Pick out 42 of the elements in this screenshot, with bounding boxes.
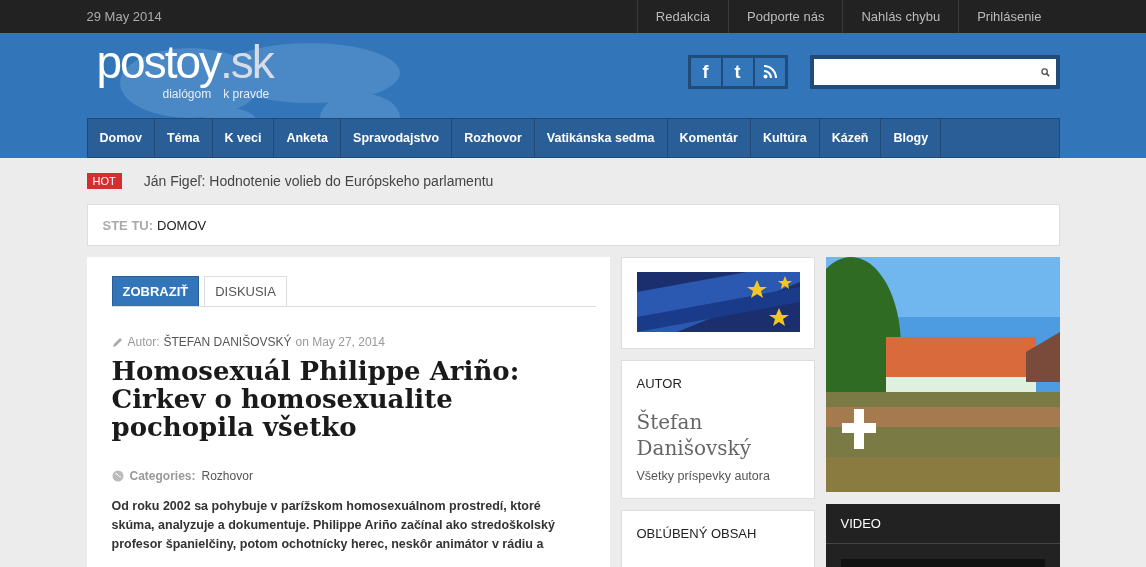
nav-item[interactable]: Rozhovor — [452, 119, 535, 157]
article-title: Homosexuál Philippe Ariño: Cirkev o homosexualite pochopila všetko — [111, 357, 521, 441]
video-heading: VIDEO — [825, 504, 1060, 544]
widget-heading: OBĽÚBENÝ OBSAH — [636, 526, 758, 541]
logo-text[interactable]: postoy — [96, 35, 221, 89]
nav-item[interactable]: Kultúra — [750, 119, 820, 157]
nav-item[interactable]: Domov — [87, 119, 155, 157]
nav-item[interactable]: K veci — [212, 119, 275, 157]
author-link[interactable]: ŠTEFAN DANIŠOVSKÝ — [163, 335, 292, 349]
category-link[interactable]: Rozhovor — [201, 469, 253, 483]
widget-heading: AUTOR — [636, 376, 683, 391]
breadcrumb-item: DOMOV — [157, 217, 207, 233]
logo-tagline: dialógom — [162, 87, 212, 101]
tab[interactable]: ZOBRAZIŤ — [111, 276, 200, 306]
nav-item[interactable]: Spravodajstvo — [341, 119, 453, 157]
nav-item[interactable]: Kázeň — [819, 119, 882, 157]
search-field[interactable] — [809, 55, 1060, 89]
rss-icon — [762, 65, 777, 79]
logo-tagline: k pravde — [223, 87, 270, 101]
social-button[interactable]: f — [690, 58, 721, 86]
hot-badge: HOT — [86, 173, 122, 189]
nav-item[interactable]: Blogy — [881, 119, 942, 157]
tab[interactable]: DISKUSIA — [204, 276, 287, 306]
social-button[interactable]: t — [722, 58, 753, 86]
search-icon — [1040, 67, 1050, 77]
nav-item[interactable]: Téma — [154, 119, 213, 157]
author-posts-link[interactable]: Všetky príspevky autora — [636, 469, 799, 483]
nav-item[interactable]: Komentár — [667, 119, 751, 157]
nav-item[interactable]: Vatikánska sedma — [534, 119, 668, 157]
post-date: on May 27, 2014 — [295, 335, 385, 349]
globe-icon — [111, 470, 124, 482]
nav-item[interactable]: Anketa — [274, 119, 342, 157]
logo-domain: .sk — [220, 35, 273, 89]
rss-button[interactable] — [754, 58, 785, 86]
categories-label: Categories: — [129, 469, 196, 483]
headline-link[interactable]: Ján Figeľ: Hodnotenie volieb do Európskeho parlamentu — [143, 173, 494, 189]
author-name: Štefan Danišovský — [636, 409, 753, 461]
article-lead: Od roku 2002 sa pohybuje v parížskom homosexuálnom prostredí, ktoré skúma, analyzuje a dokumentuje. Philippe Ariño začínal ako stredoškolský profesor španielčiny, potom ochotnícky herec, neskôr animátor v rádiu a — [111, 498, 556, 553]
date-text: 29 May 2014 — [86, 9, 162, 24]
author-label: Autor: — [127, 335, 160, 349]
breadcrumb-label: STE TU: — [102, 217, 154, 233]
pencil-icon — [111, 336, 124, 348]
